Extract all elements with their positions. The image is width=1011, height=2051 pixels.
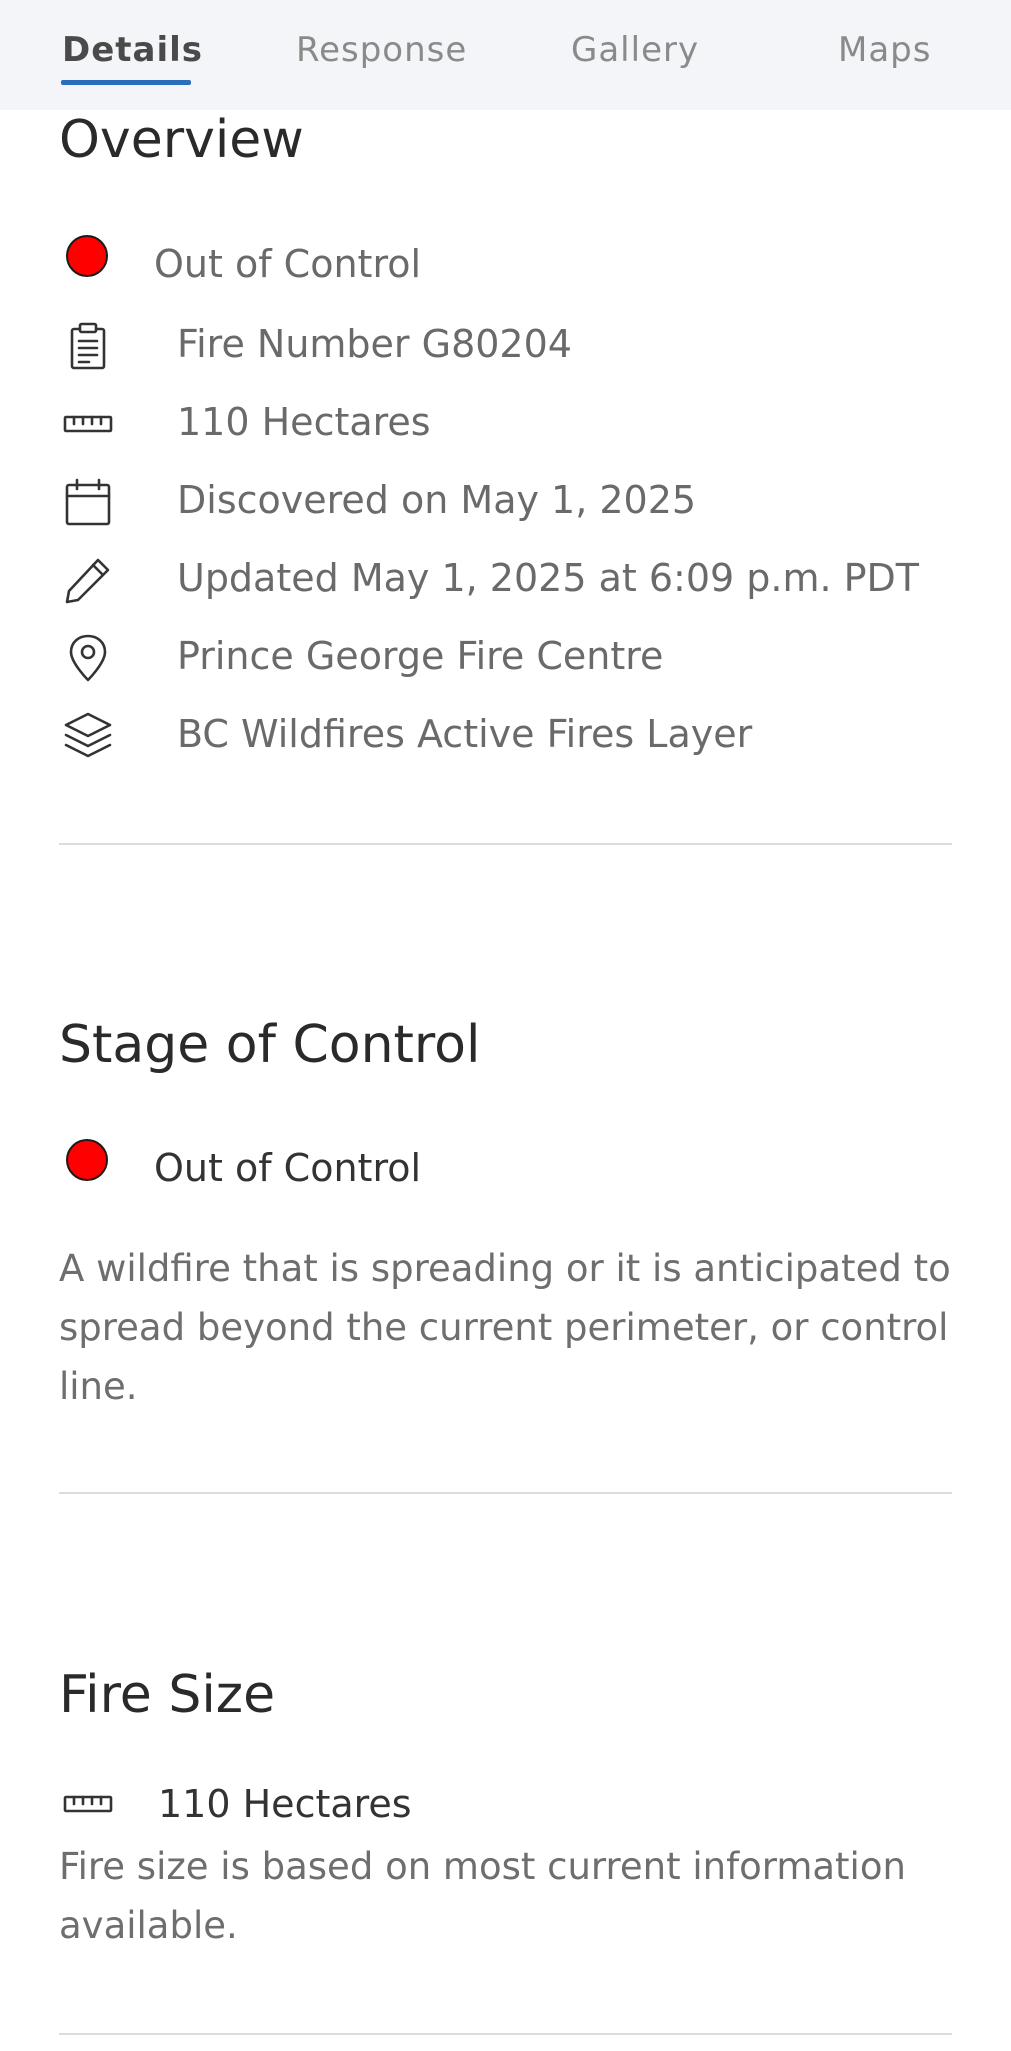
fire-size-description: Fire size is based on most current infor… [59, 1845, 906, 1947]
stage-status-text: Out of Control [154, 1146, 422, 1190]
ruler-icon [62, 398, 114, 450]
section-divider [59, 2033, 952, 2035]
ruler-icon [62, 1778, 114, 1830]
status-indicator-icon [66, 235, 108, 277]
overview-item-fire-number: Fire Number G80204 [0, 314, 1011, 374]
calendar-icon [62, 476, 114, 528]
overview-title: Overview [59, 110, 304, 170]
overview-item-discovered: Discovered on May 1, 2025 [0, 470, 1011, 530]
overview-status-text: Out of Control [154, 242, 422, 286]
fire-details-panel: Overview Out of Control Fire Number G802… [0, 0, 1011, 2051]
overview-item-size: 110 Hectares [0, 392, 1011, 452]
active-fires-layer-link[interactable]: BC Wildfires Active Fires Layer [177, 712, 752, 756]
stage-of-control-title: Stage of Control [59, 1015, 481, 1075]
overview-item-updated: Updated May 1, 2025 at 6:09 p.m. PDT [0, 548, 1011, 608]
pencil-icon [62, 554, 114, 606]
fire-number-text: Fire Number G80204 [177, 322, 572, 366]
section-divider [59, 1492, 952, 1494]
updated-date-text: Updated May 1, 2025 at 6:09 p.m. PDT [177, 556, 920, 600]
active-tab-indicator [61, 80, 191, 85]
discovered-date-text: Discovered on May 1, 2025 [177, 478, 697, 522]
layers-icon [62, 710, 114, 762]
location-pin-icon [62, 632, 114, 684]
clipboard-icon [62, 320, 114, 372]
status-indicator-icon [66, 1139, 108, 1181]
overview-item-fire-centre: Prince George Fire Centre [0, 626, 1011, 686]
tab-details[interactable]: Details [62, 30, 203, 70]
tab-gallery[interactable]: Gallery [571, 30, 699, 70]
fire-size-text: 110 Hectares [177, 400, 431, 444]
tab-maps[interactable]: Maps [838, 30, 931, 70]
section-divider [59, 843, 952, 845]
stage-description: A wildfire that is spreading or it is an… [59, 1247, 951, 1408]
fire-size-value-row: 110 Hectares [0, 1778, 1011, 1838]
fire-size-title: Fire Size [59, 1665, 276, 1725]
fire-size-value: 110 Hectares [158, 1782, 412, 1826]
overview-item-layer[interactable]: BC Wildfires Active Fires Layer [0, 704, 1011, 764]
tab-bar: Details Response Gallery Maps [0, 0, 1011, 110]
tab-response[interactable]: Response [296, 30, 467, 70]
fire-centre-text: Prince George Fire Centre [177, 634, 664, 678]
